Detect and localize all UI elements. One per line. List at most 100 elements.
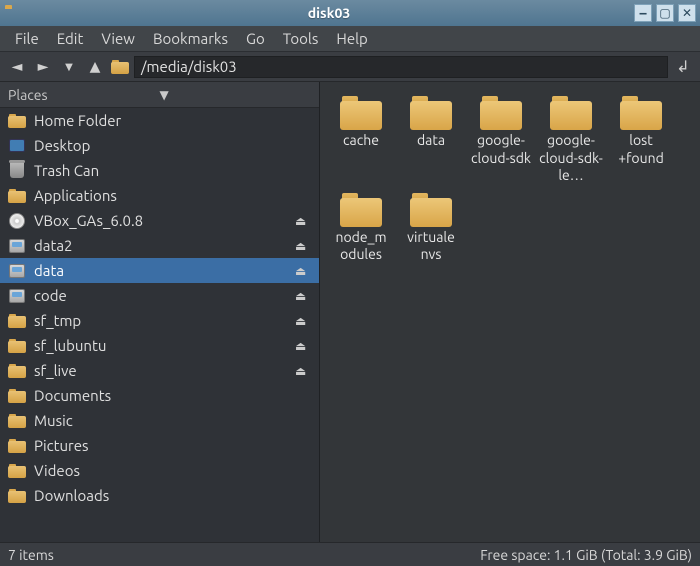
sidebar-item-label: Documents [34,387,311,404]
sidebar-list: Home Folder Desktop Trash Can Applicatio… [0,108,319,542]
folder-icon [8,312,26,330]
sidebar-item-vbox-gas-6-0-8[interactable]: VBox_GAs_6.0.8 ⏏ [0,208,319,233]
disc-icon [8,212,26,230]
folder-icon [550,96,592,130]
file-label: data [396,132,466,150]
sidebar-item-label: code [34,287,287,304]
drive-icon [8,262,26,280]
path-input[interactable]: /media/disk03 [134,56,668,78]
minimize-button[interactable]: ‒ [634,4,652,22]
file-item-node-m-odules[interactable]: node_m odules [326,189,396,268]
sidebar-item-sf-lubuntu[interactable]: sf_lubuntu ⏏ [0,333,319,358]
folder-icon [8,337,26,355]
sidebar-header[interactable]: Places ▼ [0,82,319,108]
sidebar-item-sf-live[interactable]: sf_live ⏏ [0,358,319,383]
sidebar-item-label: sf_tmp [34,312,287,329]
file-label: lost +found [606,132,676,167]
sidebar-item-label: VBox_GAs_6.0.8 [34,212,287,229]
menu-file[interactable]: File [6,27,48,50]
folder-icon [8,387,26,405]
nav-history-button[interactable]: ▼ [58,56,80,78]
file-label: virtuale nvs [396,229,466,264]
sidebar-item-desktop[interactable]: Desktop [0,133,319,158]
menu-help[interactable]: Help [327,27,376,50]
trash-icon [8,162,26,180]
eject-icon[interactable]: ⏏ [295,314,311,328]
window-title: disk03 [24,5,634,21]
file-label: google-cloud-sdk [466,132,536,167]
sidebar-item-label: Desktop [34,137,311,154]
close-button[interactable]: ✕ [678,4,696,22]
nav-forward-button[interactable]: ► [32,56,54,78]
eject-icon[interactable]: ⏏ [295,289,311,303]
sidebar-item-videos[interactable]: Videos [0,458,319,483]
eject-icon[interactable]: ⏏ [295,339,311,353]
sidebar-item-label: Downloads [34,487,311,504]
file-item-cache[interactable]: cache [326,92,396,189]
menu-go[interactable]: Go [237,27,274,50]
drive-icon [8,287,26,305]
folder-icon [8,487,26,505]
sidebar-item-code[interactable]: code ⏏ [0,283,319,308]
toolbar: ◄ ► ▼ ▲ /media/disk03 ↲ [0,52,700,82]
sidebar-item-data[interactable]: data ⏏ [0,258,319,283]
drive-icon [8,237,26,255]
monitor-icon [8,137,26,155]
file-item-data[interactable]: data [396,92,466,189]
menu-edit[interactable]: Edit [48,27,93,50]
sidebar-item-label: Pictures [34,437,311,454]
sidebar-header-label: Places [8,87,160,103]
eject-icon[interactable]: ⏏ [295,239,311,253]
file-item-lost-found[interactable]: lost +found [606,92,676,189]
sidebar-dropdown-icon[interactable]: ▼ [160,88,312,102]
nav-back-button[interactable]: ◄ [6,56,28,78]
file-label: cache [326,132,396,150]
menu-tools[interactable]: Tools [274,27,328,50]
folder-icon [8,112,26,130]
sidebar-item-label: data2 [34,237,287,254]
sidebar-item-label: Trash Can [34,162,311,179]
sidebar-item-label: Music [34,412,311,429]
sidebar-item-applications[interactable]: Applications [0,183,319,208]
sidebar-item-downloads[interactable]: Downloads [0,483,319,508]
icon-view[interactable]: cache data google-cloud-sdk google-cloud… [320,82,700,542]
folder-icon [410,96,452,130]
sidebar-item-label: sf_live [34,362,287,379]
status-bar: 7 items Free space: 1.1 GiB (Total: 3.9 … [0,542,700,566]
eject-icon[interactable]: ⏏ [295,214,311,228]
sidebar-item-data2[interactable]: data2 ⏏ [0,233,319,258]
sidebar-item-label: Videos [34,462,311,479]
folder-icon [620,96,662,130]
title-bar: disk03 ‒ ▢ ✕ [0,0,700,26]
folder-icon [8,412,26,430]
menu-bar: File Edit View Bookmarks Go Tools Help [0,26,700,52]
folder-icon [8,462,26,480]
sidebar-item-label: sf_lubuntu [34,337,287,354]
sidebar-item-label: Home Folder [34,112,311,129]
sidebar-item-label: Applications [34,187,311,204]
folder-icon [410,193,452,227]
file-label: node_m odules [326,229,396,264]
eject-icon[interactable]: ⏏ [295,264,311,278]
file-item-google-cloud-sdk[interactable]: google-cloud-sdk [466,92,536,189]
sidebar-item-music[interactable]: Music [0,408,319,433]
nav-home-button[interactable] [110,57,130,77]
sidebar-item-pictures[interactable]: Pictures [0,433,319,458]
folder-icon [8,437,26,455]
sidebar-item-sf-tmp[interactable]: sf_tmp ⏏ [0,308,319,333]
file-item-virtuale-nvs[interactable]: virtuale nvs [396,189,466,268]
menu-bookmarks[interactable]: Bookmarks [144,27,237,50]
window-folder-icon [4,5,20,21]
file-item-google-cloud-sdk-le-[interactable]: google-cloud-sdk-le… [536,92,606,189]
sidebar: Places ▼ Home Folder Desktop Trash Can A… [0,82,320,542]
menu-view[interactable]: View [92,27,144,50]
bookmark-button[interactable]: ↲ [672,56,694,78]
eject-icon[interactable]: ⏏ [295,364,311,378]
folder-icon [480,96,522,130]
maximize-button[interactable]: ▢ [656,4,674,22]
sidebar-item-documents[interactable]: Documents [0,383,319,408]
sidebar-item-home-folder[interactable]: Home Folder [0,108,319,133]
folder-icon [340,193,382,227]
nav-up-button[interactable]: ▲ [84,56,106,78]
sidebar-item-trash-can[interactable]: Trash Can [0,158,319,183]
